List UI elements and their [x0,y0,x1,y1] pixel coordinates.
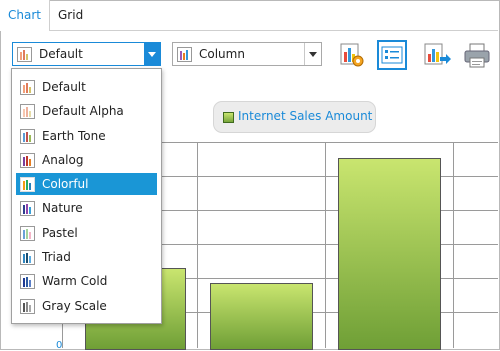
menu-item-label: Default [42,80,86,94]
palette-icon [17,47,32,62]
gridline [453,142,454,348]
chart-bar[interactable] [210,283,313,350]
export-chart-button[interactable] [422,40,452,70]
menu-item-label: Triad [42,250,71,264]
palette-option-gray-scale[interactable]: Gray Scale [16,295,157,317]
menu-item-label: Pastel [42,226,78,240]
pastel-palette-icon [20,226,35,241]
menu-item-label: Default Alpha [42,104,124,118]
palette-option-triad[interactable]: Triad [16,246,157,268]
nature-palette-icon [20,201,35,216]
tab-grid[interactable]: Grid [50,0,91,30]
menu-item-label: Earth Tone [42,129,106,143]
gray-scale-palette-icon [20,299,35,314]
chart-gear-icon [340,43,364,67]
chart-legend[interactable]: Internet Sales Amount [213,101,376,133]
legend-series-label: Internet Sales Amount [238,109,373,123]
chart-options-button[interactable] [336,40,366,70]
analog-palette-icon [20,153,35,168]
menu-item-label: Nature [42,201,83,215]
default-palette-icon [20,80,35,95]
triad-palette-icon [20,250,35,265]
menu-item-label: Analog [42,153,84,167]
chart-type-value: Column [199,47,245,61]
show-legend-button[interactable] [377,40,407,70]
palette-option-colorful[interactable]: Colorful [16,173,157,195]
chart-export-icon [424,43,451,65]
menu-item-label: Gray Scale [42,299,107,313]
y-axis-tick-label: 0 [56,340,63,351]
printer-icon [464,43,490,68]
palette-option-pastel[interactable]: Pastel [16,222,157,244]
legend-swatch [223,112,234,123]
palette-option-analog[interactable]: Analog [16,149,157,171]
legend-icon [381,46,403,64]
palette-option-default[interactable]: Default [16,76,157,98]
colorful-palette-icon [20,177,35,192]
print-button[interactable] [462,40,492,70]
warm-cold-palette-icon [20,274,35,289]
palette-option-earth-tone[interactable]: Earth Tone [16,125,157,147]
menu-item-label: Warm Cold [42,274,108,288]
gridline [197,142,198,348]
tab-chart[interactable]: Chart [0,0,50,31]
column-chart-icon [177,47,192,62]
palette-menu: Default Default Alpha Earth Tone Analog … [11,68,162,324]
chart-type-dropdown[interactable]: Column [172,42,322,66]
palette-dropdown[interactable]: Default [12,42,161,66]
chevron-down-icon[interactable] [304,43,321,65]
earth-tone-palette-icon [20,129,35,144]
palette-option-default-alpha[interactable]: Default Alpha [16,100,157,122]
tab-bar: Chart Grid [0,0,498,31]
default-alpha-palette-icon [20,104,35,119]
palette-dropdown-value: Default [39,47,83,61]
palette-option-nature[interactable]: Nature [16,197,157,219]
menu-item-label: Colorful [42,177,89,191]
gridline [325,142,326,348]
chart-bar[interactable] [338,158,441,350]
palette-option-warm-cold[interactable]: Warm Cold [16,270,157,292]
chevron-down-icon[interactable] [144,43,160,65]
